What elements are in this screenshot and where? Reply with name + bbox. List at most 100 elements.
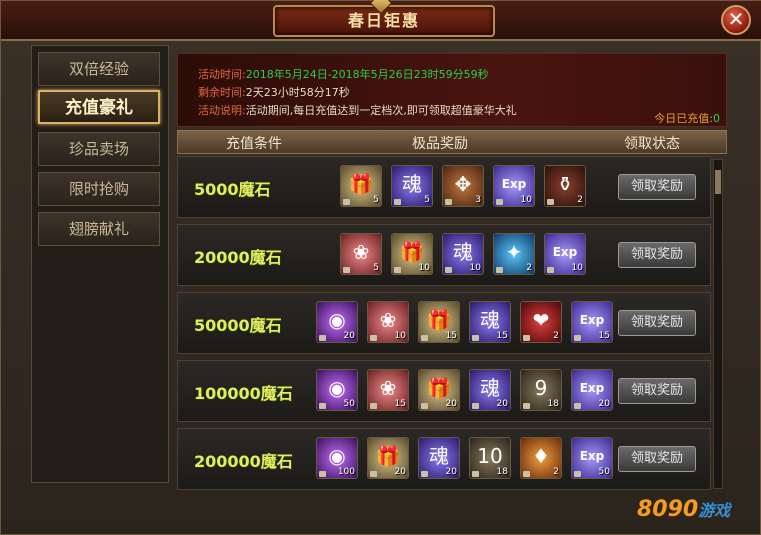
today-recharged-label: 今日已充值: — [654, 112, 713, 125]
reward-count: 10 — [418, 263, 430, 273]
reward-count: 15 — [598, 331, 610, 341]
remaining-time-line: 剩余时间:2天23小时58分17秒 — [198, 84, 350, 100]
reward-item[interactable]: ❀ 10 — [367, 301, 409, 343]
bind-lock-icon — [547, 267, 554, 273]
claim-reward-button[interactable]: 领取奖励 — [618, 378, 696, 404]
reward-item[interactable]: ◉ 100 — [316, 437, 358, 479]
sidebar-item-treasure-shop[interactable]: 珍品卖场 — [38, 132, 160, 166]
reward-item[interactable]: ◉ 50 — [316, 369, 358, 411]
event-window: 春日钜惠 ✕ 双倍经验 充值豪礼 珍品卖场 限时抢购 翅膀献礼 活动时间:201… — [0, 0, 761, 535]
bind-lock-icon — [472, 471, 479, 477]
reward-item[interactable]: 🎁 10 — [391, 233, 433, 275]
event-desc-value: 活动期间,每日充值达到一定档次,即可领取超值豪华大礼 — [245, 104, 517, 117]
bind-lock-icon — [574, 403, 581, 409]
bind-lock-icon — [421, 335, 428, 341]
reward-count: 18 — [496, 467, 508, 477]
watermark-text-a: 8090 — [637, 497, 699, 522]
reward-count: 15 — [394, 399, 406, 409]
reward-item[interactable]: ✦ 2 — [493, 233, 535, 275]
reward-count: 15 — [496, 331, 508, 341]
bind-lock-icon — [319, 471, 326, 477]
reward-item[interactable]: Exp 15 — [571, 301, 613, 343]
reward-item[interactable]: ◉ 20 — [316, 301, 358, 343]
reward-count: 100 — [337, 467, 355, 477]
event-time-value: 2018年5月24日-2018年5月26日23时59分59秒 — [245, 68, 489, 81]
claim-reward-button[interactable]: 领取奖励 — [618, 242, 696, 268]
scroll-thumb[interactable] — [715, 170, 721, 194]
reward-item[interactable]: 🎁 15 — [418, 301, 460, 343]
reward-item[interactable]: 魂5 — [391, 165, 433, 207]
reward-item[interactable]: 🎁 20 — [367, 437, 409, 479]
close-button[interactable]: ✕ — [721, 5, 751, 35]
claim-reward-button[interactable]: 领取奖励 — [618, 446, 696, 472]
remaining-time-value: 2天23小时58分17秒 — [245, 86, 350, 99]
bind-lock-icon — [370, 335, 377, 341]
reward-item[interactable]: Exp 10 — [544, 233, 586, 275]
reward-item[interactable]: 魂 20 — [469, 369, 511, 411]
reward-item[interactable]: ⚱ 2 — [544, 165, 586, 207]
reward-item[interactable]: ❀ 15 — [367, 369, 409, 411]
sidebar-item-label: 翅膀献礼 — [68, 220, 129, 238]
sidebar-item-flash-sale[interactable]: 限时抢购 — [38, 172, 160, 206]
sidebar-item-label: 充值豪礼 — [65, 98, 133, 118]
reward-item[interactable]: 9 18 — [520, 369, 562, 411]
header-rewards: 极品奖励 — [412, 136, 468, 152]
window-title-text: 春日钜惠 — [347, 11, 420, 30]
reward-count: 10 — [520, 195, 532, 205]
bind-lock-icon — [472, 335, 479, 341]
reward-count: 2 — [577, 195, 583, 205]
event-time-label: 活动时间: — [198, 68, 246, 81]
reward-item[interactable]: ❤ 2 — [520, 301, 562, 343]
sidebar-item-wing-gift[interactable]: 翅膀献礼 — [38, 212, 160, 246]
reward-item[interactable]: 魂 15 — [469, 301, 511, 343]
bind-lock-icon — [496, 267, 503, 273]
reward-count: 20 — [445, 467, 457, 477]
bind-lock-icon — [523, 335, 530, 341]
recharge-amount: 50000魔石 — [194, 316, 282, 335]
reward-item[interactable]: ♦ 2 — [520, 437, 562, 479]
recharge-amount: 5000魔石 — [194, 180, 271, 199]
reward-item[interactable]: 魂 20 — [418, 437, 460, 479]
remaining-time-label: 剩余时间: — [198, 86, 246, 99]
reward-count: 2 — [553, 331, 559, 341]
recharge-amount: 20000魔石 — [194, 248, 282, 267]
table-row: 5000魔石 🎁 5 魂 5 ✥ 3 Exp 10 ⚱ 2 领取奖励 — [177, 156, 711, 218]
reward-table: 5000魔石 🎁 5 魂 5 ✥ 3 Exp 10 ⚱ 2 领取奖励 20000魔石 ❀ 5 🎁 10 魂 10 ✦ 2… — [177, 156, 725, 492]
bind-lock-icon — [445, 267, 452, 273]
table-row: 200000魔石 ◉ 100 🎁 20 魂 20 10 18 ♦ 2 Exp 50 领取奖励 — [177, 428, 711, 490]
reward-item[interactable]: ❀ 5 — [340, 233, 382, 275]
bind-lock-icon — [370, 403, 377, 409]
reward-item[interactable]: 魂 10 — [442, 233, 484, 275]
reward-count: 50 — [598, 467, 610, 477]
reward-count: 2 — [526, 263, 532, 273]
bind-lock-icon — [523, 471, 530, 477]
reward-item[interactable]: 🎁 5 — [340, 165, 382, 207]
reward-item[interactable]: 🎁 20 — [418, 369, 460, 411]
reward-item[interactable]: Exp 10 — [493, 165, 535, 207]
reward-count: 10 — [571, 263, 583, 273]
reward-count: 2 — [553, 467, 559, 477]
title-bar: 春日钜惠 ✕ — [1, 0, 761, 41]
table-row: 100000魔石 ◉ 50 ❀ 15 🎁 20 魂 20 9 18 Exp 20 领取奖励 — [177, 360, 711, 422]
sidebar-item-label: 双倍经验 — [68, 60, 129, 78]
sidebar-item-label: 限时抢购 — [68, 180, 129, 198]
scrollbar[interactable] — [713, 159, 723, 489]
bind-lock-icon — [523, 403, 530, 409]
reward-count: 50 — [343, 399, 355, 409]
bind-lock-icon — [574, 471, 581, 477]
bind-lock-icon — [394, 199, 401, 205]
bind-lock-icon — [421, 403, 428, 409]
bind-lock-icon — [574, 335, 581, 341]
reward-count: 20 — [343, 331, 355, 341]
claim-reward-button[interactable]: 领取奖励 — [618, 310, 696, 336]
reward-item[interactable]: Exp 20 — [571, 369, 613, 411]
reward-item[interactable]: ✥ 3 — [442, 165, 484, 207]
claim-reward-button[interactable]: 领取奖励 — [618, 174, 696, 200]
bind-lock-icon — [496, 199, 503, 205]
reward-item[interactable]: Exp 50 — [571, 437, 613, 479]
header-status: 领取状态 — [624, 136, 680, 152]
reward-item[interactable]: 10 18 — [469, 437, 511, 479]
reward-count: 20 — [496, 399, 508, 409]
sidebar-item-double-exp[interactable]: 双倍经验 — [38, 52, 160, 86]
sidebar-item-recharge-gift[interactable]: 充值豪礼 — [38, 90, 160, 124]
